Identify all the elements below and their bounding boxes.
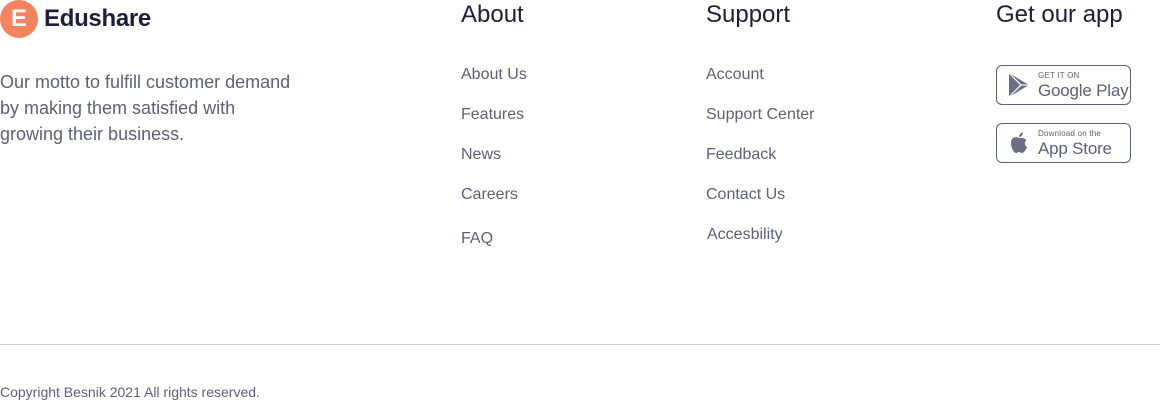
app-store-small-text: Download on the: [1038, 128, 1102, 138]
brand-name: Edushare: [44, 5, 151, 32]
link-contact-us[interactable]: Contact Us: [706, 185, 785, 205]
link-features[interactable]: Features: [461, 105, 524, 125]
logo-icon: E: [0, 0, 38, 38]
support-column: Support Account Support Center Feedback …: [706, 0, 815, 243]
brand-logo[interactable]: E Edushare: [0, 0, 151, 38]
link-accessibility[interactable]: Accesbility: [707, 225, 783, 245]
footer-divider: [0, 344, 1160, 345]
link-account[interactable]: Account: [706, 65, 764, 85]
link-support-center[interactable]: Support Center: [706, 105, 815, 125]
link-feedback[interactable]: Feedback: [706, 145, 776, 165]
app-column: Get our app GET IT ON Google Play Downlo…: [996, 0, 1131, 163]
link-news[interactable]: News: [461, 145, 501, 165]
link-careers[interactable]: Careers: [461, 185, 518, 205]
app-store-button[interactable]: Download on the App Store: [996, 123, 1131, 163]
app-store-big-text: App Store: [1038, 138, 1112, 158]
copyright-text: Copyright Besnik 2021 All rights reserve…: [0, 384, 260, 400]
site-footer: E Edushare Our motto to fulfill customer…: [0, 0, 1160, 402]
link-faq[interactable]: FAQ: [461, 229, 493, 249]
google-play-big-text: Google Play: [1038, 80, 1129, 100]
apple-icon: [1006, 130, 1032, 156]
google-play-small-text: GET IT ON: [1038, 70, 1080, 80]
support-heading: Support: [706, 1, 791, 28]
brand-motto: Our motto to fulfill customer demand by …: [0, 72, 291, 144]
app-heading: Get our app: [996, 1, 1123, 28]
link-about-us[interactable]: About Us: [461, 65, 527, 85]
about-heading: About: [461, 1, 524, 28]
google-play-button[interactable]: GET IT ON Google Play: [996, 65, 1131, 105]
about-column: About About Us Features News Careers FAQ: [461, 0, 527, 247]
google-play-icon: [1006, 72, 1032, 98]
